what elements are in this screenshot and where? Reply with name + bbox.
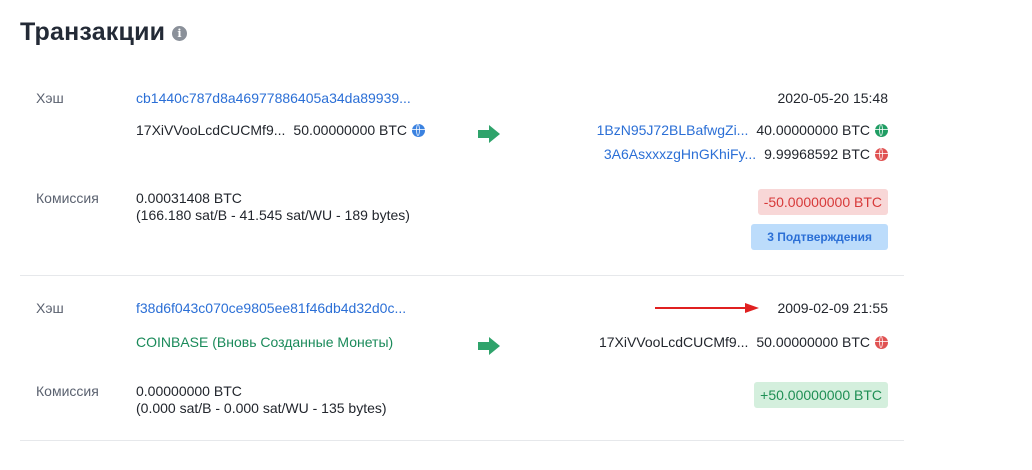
fee-label: Комиссия [36, 383, 99, 399]
page-title: Транзакции [20, 18, 166, 46]
fee-detail: (0.000 sat/B - 0.000 sat/WU - 135 bytes) [136, 400, 387, 416]
annotation-arrow-icon [655, 303, 759, 313]
transaction-hash-link[interactable]: f38d6f043c070ce9805ee81f46db4d32d0c... [136, 300, 406, 316]
coinbase-input: COINBASE (Вновь Созданные Монеты) [136, 334, 394, 350]
globe-icon[interactable] [412, 123, 426, 137]
input-row: 17XiVVooLcdCUCMf9... 50.00000000 BTC [136, 122, 426, 138]
input-amount: 50.00000000 BTC [293, 122, 408, 138]
output-row: 17XiVVooLcdCUCMf9... 50.00000000 BTC [599, 334, 888, 350]
transaction-card: Хэш f38d6f043c070ce9805ee81f46db4d32d0c.… [20, 276, 904, 441]
input-row: COINBASE (Вновь Созданные Монеты) [136, 334, 393, 350]
transaction-date: 2009-02-09 21:55 [777, 300, 888, 316]
output-address-link[interactable]: 1BzN95J72BLBafwgZi... [597, 122, 749, 138]
hash-label: Хэш [36, 300, 64, 316]
arrow-right-icon [478, 337, 500, 355]
total-amount-badge: +50.00000000 BTC [754, 382, 888, 408]
output-row: 1BzN95J72BLBafwgZi... 40.00000000 BTC [597, 122, 888, 138]
transaction-hash-link[interactable]: cb1440c787d8a46977886405a34da89939... [136, 90, 411, 106]
globe-icon[interactable] [875, 147, 888, 161]
confirmations-button[interactable]: 3 Подтверждения [751, 224, 888, 250]
output-amount: 50.00000000 BTC [756, 334, 870, 350]
transaction-date: 2020-05-20 15:48 [777, 90, 888, 106]
output-address: 17XiVVooLcdCUCMf9... [598, 334, 749, 350]
fee-value: 0.00000000 BTC [136, 383, 242, 399]
globe-icon[interactable] [875, 335, 888, 349]
fee-value: 0.00031408 BTC [136, 190, 242, 206]
arrow-right-icon [478, 125, 500, 143]
fee-detail: (166.180 sat/B - 41.545 sat/WU - 189 byt… [136, 207, 410, 223]
output-amount: 40.00000000 BTC [756, 122, 870, 138]
hash-label: Хэш [36, 90, 64, 106]
transaction-card: Хэш cb1440c787d8a46977886405a34da89939..… [20, 70, 904, 276]
total-amount-badge: -50.00000000 BTC [757, 189, 888, 215]
input-address: 17XiVVooLcdCUCMf9... [136, 122, 286, 138]
output-row: 3A6AsxxxzgHnGKhiFy... 9.99968592 BTC [604, 146, 888, 162]
output-amount: 9.99968592 BTC [764, 146, 870, 162]
fee-label: Комиссия [36, 190, 99, 206]
output-address-link[interactable]: 3A6AsxxxzgHnGKhiFy... [604, 146, 756, 162]
globe-icon[interactable] [875, 123, 888, 137]
info-icon[interactable]: i [172, 26, 187, 41]
